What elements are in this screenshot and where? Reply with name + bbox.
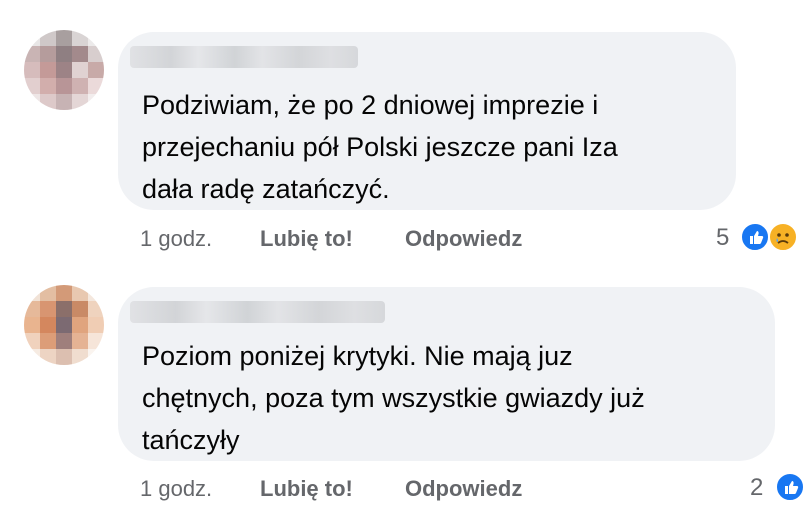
reaction-count[interactable]: 2 [750, 474, 763, 502]
timestamp[interactable]: 1 godz. [140, 226, 260, 252]
sad-icon[interactable] [768, 222, 798, 252]
timestamp[interactable]: 1 godz. [140, 476, 260, 502]
avatar[interactable] [24, 30, 104, 110]
author-name-blurred[interactable] [130, 46, 358, 68]
comment-actions: 1 godz. Lubię to! Odpowiedz [140, 476, 522, 502]
reply-button[interactable]: Odpowiedz [405, 476, 522, 502]
comment-text: Podziwiam, że po 2 dniowej imprezie i pr… [142, 90, 618, 204]
author-name-blurred[interactable] [130, 301, 385, 323]
like-button[interactable]: Lubię to! [260, 476, 405, 502]
like-icon[interactable] [740, 222, 770, 252]
comment-actions: 1 godz. Lubię to! Odpowiedz [140, 226, 522, 252]
like-button[interactable]: Lubię to! [260, 226, 405, 252]
reply-button[interactable]: Odpowiedz [405, 226, 522, 252]
avatar[interactable] [24, 285, 104, 365]
comment-bubble: Poziom poniżej krytyki. Nie mają juz chę… [118, 287, 775, 461]
comment-text: Poziom poniżej krytyki. Nie mają juz chę… [142, 341, 645, 455]
reaction-count[interactable]: 5 [716, 224, 729, 252]
like-icon[interactable] [775, 472, 805, 502]
comment-bubble: Podziwiam, że po 2 dniowej imprezie i pr… [118, 32, 736, 210]
